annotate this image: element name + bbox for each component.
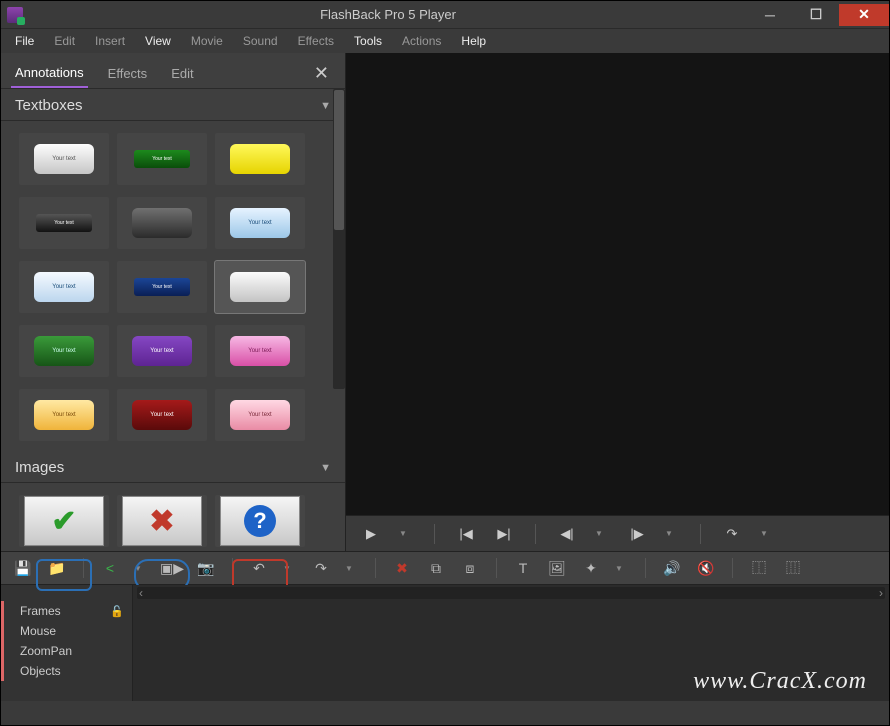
play-button[interactable]: ▶ <box>358 521 384 547</box>
menu-tools[interactable]: Tools <box>346 32 390 50</box>
timeline: Frames🔓MouseZoomPanObjects www.CracX.com <box>1 585 889 701</box>
scrollbar-horizontal[interactable] <box>137 587 885 599</box>
prev-button[interactable]: |◀ <box>453 521 479 547</box>
play-menu-button[interactable]: ▼ <box>390 521 416 547</box>
redo-history-button[interactable]: ↷ <box>719 521 745 547</box>
maximize-button[interactable]: ☐ <box>793 4 839 26</box>
insert-left-button[interactable]: ⿰ <box>747 556 771 580</box>
tab-annotations[interactable]: Annotations <box>11 59 88 88</box>
step-fwd-button[interactable]: |▶ <box>624 521 650 547</box>
mute-button[interactable]: 🔇 <box>694 556 718 580</box>
textbox-preset[interactable]: Your text <box>19 325 109 377</box>
track-frames[interactable]: Frames🔓 <box>1 601 132 621</box>
textbox-preset[interactable]: Your text <box>19 261 109 313</box>
menu-file[interactable]: File <box>7 32 42 50</box>
timeline-tracks: Frames🔓MouseZoomPanObjects <box>1 585 133 701</box>
textbox-preset[interactable]: Your text <box>215 389 305 441</box>
step-fwd-menu[interactable]: ▼ <box>656 521 682 547</box>
paste-menu[interactable]: ▼ <box>607 556 631 580</box>
textbox-preset[interactable] <box>117 197 207 249</box>
menu-movie[interactable]: Movie <box>183 32 231 50</box>
image-preset[interactable]: ? <box>215 495 305 547</box>
text-button[interactable]: T <box>511 556 535 580</box>
menu-insert[interactable]: Insert <box>87 32 133 50</box>
textbox-preset[interactable]: Your text <box>215 325 305 377</box>
timeline-body[interactable]: www.CracX.com <box>133 585 889 701</box>
insert-right-button[interactable]: ⿲ <box>781 556 805 580</box>
window-title: FlashBack Pro 5 Player <box>29 7 747 22</box>
sidebar-tabs: Annotations Effects Edit ✕ <box>1 53 345 89</box>
image-button[interactable]: 🖼 <box>545 556 569 580</box>
lock-icon[interactable]: 🔓 <box>110 605 124 618</box>
close-panel-button[interactable]: ✕ <box>308 61 335 86</box>
section-images-header[interactable]: Images ▼ <box>1 451 345 483</box>
minimize-button[interactable]: ─ <box>747 4 793 26</box>
menu-edit[interactable]: Edit <box>46 32 83 50</box>
section-title: Images <box>15 459 64 476</box>
textbox-preset[interactable]: Your text <box>19 197 109 249</box>
scrollbar-vertical[interactable] <box>333 89 345 389</box>
track-mouse[interactable]: Mouse <box>1 621 132 641</box>
menu-actions[interactable]: Actions <box>394 32 449 50</box>
menu-help[interactable]: Help <box>453 32 494 50</box>
textbox-preset[interactable]: Your text <box>19 133 109 185</box>
tab-edit[interactable]: Edit <box>167 60 197 87</box>
volume-button[interactable]: 🔊 <box>660 556 684 580</box>
next-button[interactable]: ▶| <box>491 521 517 547</box>
menubar: FileEditInsertViewMovieSoundEffectsTools… <box>1 29 889 53</box>
titlebar: FlashBack Pro 5 Player ─ ☐ ✕ <box>1 1 889 29</box>
step-back-button[interactable]: ◀| <box>554 521 580 547</box>
crop-button[interactable]: ⧉ <box>424 556 448 580</box>
section-textboxes-header[interactable]: Textboxes ▼ <box>1 89 345 121</box>
textbox-preset[interactable] <box>215 261 305 313</box>
watermark-text: www.CracX.com <box>693 668 867 695</box>
section-title: Textboxes <box>15 97 83 114</box>
preview-canvas[interactable] <box>346 53 889 515</box>
image-preset[interactable]: ✖ <box>117 495 207 547</box>
sidebar: Annotations Effects Edit ✕ Textboxes ▼ Your… <box>1 53 346 551</box>
textbox-preset[interactable]: Your text <box>117 261 207 313</box>
app-icon <box>1 1 29 29</box>
image-preset[interactable] <box>19 559 109 591</box>
textbox-preset[interactable]: Your text <box>117 133 207 185</box>
chevron-down-icon: ▼ <box>320 100 331 112</box>
textbox-preset[interactable]: Your text <box>117 325 207 377</box>
delete-button[interactable]: ✖ <box>390 556 414 580</box>
paste-button[interactable]: ✦ <box>579 556 603 580</box>
menu-view[interactable]: View <box>137 32 179 50</box>
menu-sound[interactable]: Sound <box>235 32 286 50</box>
preview-area: ▶ ▼ |◀ ▶| ◀| ▼ |▶ ▼ ↷ ▼ <box>346 53 889 551</box>
tab-effects[interactable]: Effects <box>104 60 152 87</box>
close-button[interactable]: ✕ <box>839 4 889 26</box>
step-back-menu[interactable]: ▼ <box>586 521 612 547</box>
playback-bar: ▶ ▼ |◀ ▶| ◀| ▼ |▶ ▼ ↷ ▼ <box>346 515 889 551</box>
image-preset[interactable]: ✔ <box>19 495 109 547</box>
track-objects[interactable]: Objects <box>1 661 132 681</box>
menu-effects[interactable]: Effects <box>290 32 342 50</box>
textbox-preset[interactable]: Your text <box>117 389 207 441</box>
track-zoompan[interactable]: ZoomPan <box>1 641 132 661</box>
crop2-button[interactable]: ⧈ <box>458 556 482 580</box>
textbox-preset[interactable]: Your text <box>19 389 109 441</box>
textbox-preset[interactable] <box>215 133 305 185</box>
textboxes-grid: Your textYour textYour textYour textYour… <box>1 127 345 451</box>
textbox-preset[interactable]: Your text <box>215 197 305 249</box>
redo-history-menu[interactable]: ▼ <box>751 521 777 547</box>
chevron-down-icon: ▼ <box>320 462 331 474</box>
